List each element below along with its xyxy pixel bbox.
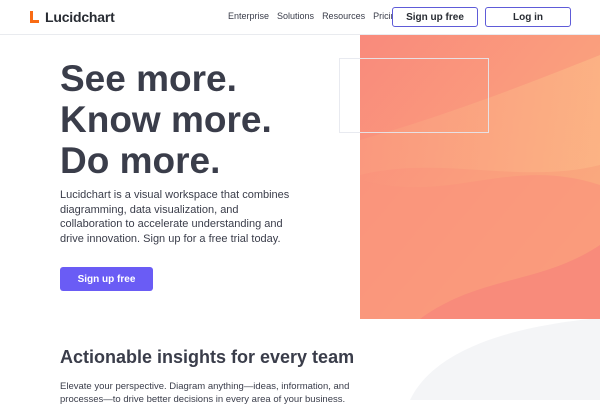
section-title: Actionable insights for every team [60,347,355,367]
hero-description: Lucidchart is a visual workspace that co… [60,189,290,245]
hero-headline: See more. Know more. Do more. [60,58,272,181]
section-description: Elevate your perspective. Diagram anythi… [60,381,350,405]
brand-logo[interactable]: Lucidchart [30,8,115,26]
brand-name: Lucidchart [45,9,115,25]
headline-line: Do more. [60,140,221,181]
nav-links: Enterprise Solutions Resources Pricing [228,11,401,21]
top-nav: Lucidchart Enterprise Solutions Resource… [0,0,600,35]
lucidchart-logo-icon [30,11,41,23]
headline-line: See more. [60,58,237,99]
background-curve-graphic [410,318,600,400]
nav-link-solutions[interactable]: Solutions [277,11,314,21]
headline-line: Know more. [60,99,272,140]
login-button[interactable]: Log in [485,7,571,27]
nav-link-resources[interactable]: Resources [322,11,365,21]
signup-button[interactable]: Sign up free [392,7,478,27]
nav-link-enterprise[interactable]: Enterprise [228,11,269,21]
hero-frame-outline [339,58,489,133]
hero-signup-button[interactable]: Sign up free [60,267,153,291]
